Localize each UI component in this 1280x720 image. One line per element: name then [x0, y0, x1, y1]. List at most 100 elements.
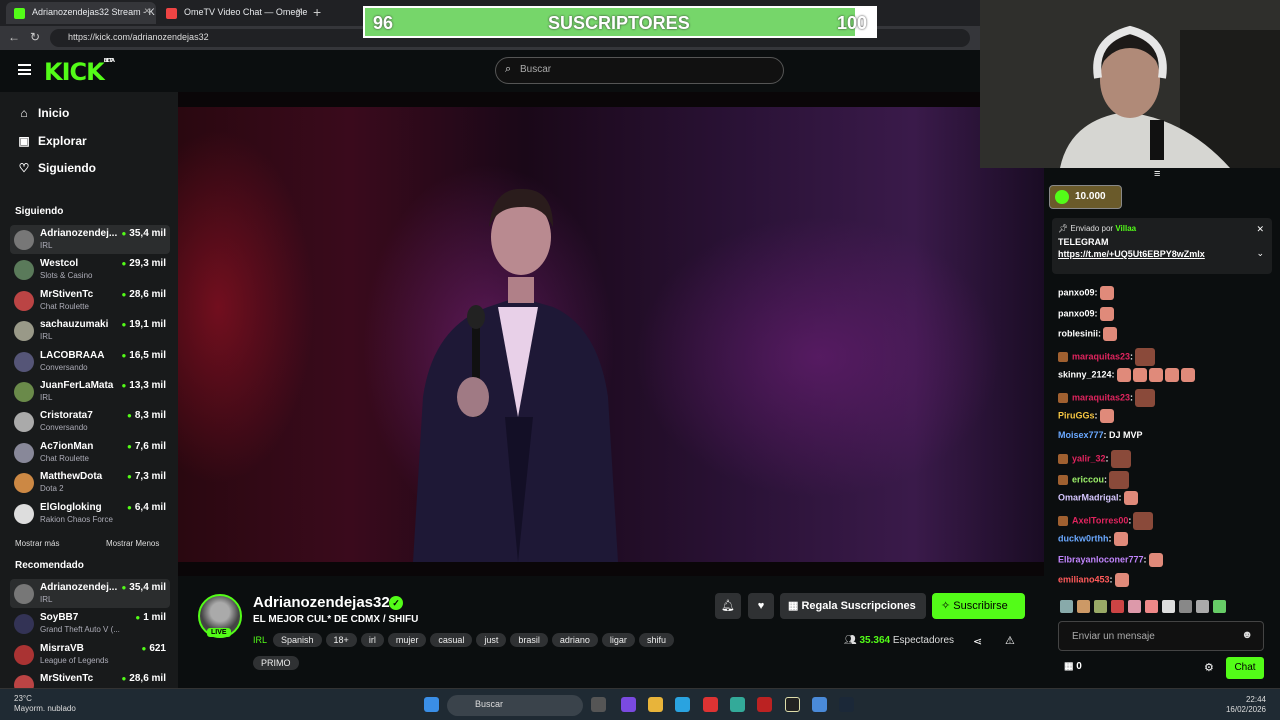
nav-inicio[interactable]: ⌂ Inicio	[16, 106, 69, 120]
browser-tab-kick[interactable]: Adrianozendejas32 Stream - K ×	[6, 2, 156, 24]
emote-icon[interactable]	[1162, 600, 1175, 613]
pinned-message-link[interactable]: https://t.me/+UQ5Ut6EBPY8wZmIx	[1058, 249, 1272, 259]
chat-input[interactable]: Enviar un mensaje ☻	[1058, 621, 1264, 651]
notification-bell-button[interactable]: 🔔︎	[715, 593, 741, 619]
chat-goal-badge[interactable]: 10.000	[1049, 185, 1122, 209]
steam-icon[interactable]	[839, 697, 854, 712]
sidebar-channel[interactable]: WestcolSlots & Casino 29,3 mil	[10, 255, 170, 284]
obs-icon[interactable]	[757, 697, 772, 712]
notepad-icon[interactable]	[812, 697, 827, 712]
emote-icon[interactable]	[1213, 600, 1226, 613]
chat-username[interactable]: ericcou	[1072, 474, 1104, 484]
chevron-down-icon[interactable]: ⌄	[1256, 248, 1264, 259]
sidebar-channel[interactable]: MrStivenTcChat Roulette 28,6 mil	[10, 286, 170, 315]
nav-siguiendo[interactable]: ♡ Siguiendo	[16, 161, 96, 175]
follow-button[interactable]: ♥	[748, 593, 774, 619]
stream-tag[interactable]: ligar	[601, 633, 635, 647]
kick-logo[interactable]: KICKBETA	[44, 58, 115, 86]
subscribe-button[interactable]: ✧ Suscribirse	[932, 593, 1025, 619]
emote-icon	[1123, 491, 1138, 505]
report-icon[interactable]: ⚠	[1005, 634, 1015, 647]
chat-username[interactable]: panxo09	[1058, 287, 1095, 297]
collapse-handle-icon[interactable]: ≡	[1154, 168, 1160, 180]
chat-username[interactable]: skinny_2124	[1058, 369, 1112, 379]
stream-tag[interactable]: Spanish	[273, 633, 322, 647]
stream-tag[interactable]: adriano	[551, 633, 598, 647]
emote-icon[interactable]	[1179, 600, 1192, 613]
stream-tag[interactable]: brasil	[510, 633, 548, 647]
stream-tag[interactable]: mujer	[387, 633, 427, 647]
chat-username[interactable]: Moisex777	[1058, 430, 1104, 440]
close-tab-icon[interactable]: ×	[296, 6, 302, 17]
stream-tag[interactable]: just	[476, 633, 507, 647]
show-less-link[interactable]: Mostrar Menos	[106, 539, 159, 548]
windows-start-icon[interactable]	[424, 697, 439, 712]
hamburger-menu-icon[interactable]	[18, 64, 31, 75]
emote-bar[interactable]	[1060, 600, 1276, 616]
chat-username[interactable]: maraquitas23	[1072, 392, 1130, 402]
channel-points[interactable]: ▦ 0	[1064, 661, 1082, 672]
chat-username[interactable]: OmarMadrigal	[1058, 492, 1119, 502]
chat-username[interactable]: yalir_32	[1072, 453, 1106, 463]
stream-tag[interactable]: 18+	[325, 633, 357, 647]
chat-username[interactable]: roblesinii	[1058, 328, 1098, 338]
sidebar-channel[interactable]: MrStivenTc 28,6 mil	[10, 670, 170, 688]
new-tab-icon[interactable]: +	[313, 4, 321, 20]
sidebar-channel[interactable]: SoyBB7Grand Theft Auto V (... 1 mil	[10, 609, 170, 638]
emote-icon[interactable]	[1196, 600, 1209, 613]
show-more-link[interactable]: Mostrar más	[15, 539, 59, 548]
nav-explorar[interactable]: ▣ Explorar	[16, 134, 86, 148]
streamer-name[interactable]: Adrianozendejas32	[253, 594, 390, 611]
chat-username[interactable]: panxo09	[1058, 308, 1095, 318]
sidebar-channel[interactable]: Adrianozendej... IRL 35,4 mil	[10, 579, 170, 608]
emote-icon[interactable]	[1060, 600, 1073, 613]
sidebar-channel[interactable]: Cristorata7Conversando 8,3 mil	[10, 407, 170, 436]
sidebar-channel[interactable]: MisrraVBLeague of Legends 621	[10, 640, 170, 669]
stream-tag[interactable]: irl	[360, 633, 384, 647]
taskbar-search[interactable]: Buscar	[447, 695, 583, 716]
search-input[interactable]: ⌕ Buscar	[495, 57, 784, 84]
close-tab-icon[interactable]: ×	[144, 6, 150, 17]
file-explorer-icon[interactable]	[648, 697, 663, 712]
chat-username[interactable]: PiruGGs	[1058, 410, 1095, 420]
chat-username[interactable]: duckw0rthh	[1058, 533, 1109, 543]
unpin-icon[interactable]: ✕	[1256, 224, 1264, 235]
browser-tab-ometv[interactable]: OmeTV Video Chat — Omegle Ra ×	[158, 2, 308, 24]
stream-tag[interactable]: shifu	[638, 633, 674, 647]
reload-icon[interactable]: ↻	[30, 30, 40, 44]
settings-gear-icon[interactable]: ⚙	[1204, 661, 1214, 674]
emote-icon[interactable]	[1111, 600, 1124, 613]
share-icon[interactable]: ⋖	[973, 635, 982, 648]
back-icon[interactable]: ←	[8, 30, 20, 44]
sidebar-channel[interactable]: MatthewDotaDota 2 7,3 mil	[10, 468, 170, 497]
sidebar-channel[interactable]: sachauzumakiIRL 19,1 mil	[10, 316, 170, 345]
app-icon[interactable]	[703, 697, 718, 712]
chat-username[interactable]: emiliano453	[1058, 574, 1110, 584]
sidebar-channel[interactable]: LACOBRAAAConversando 16,5 mil	[10, 347, 170, 376]
video-player[interactable]	[178, 92, 1044, 576]
weather-widget[interactable]: 23°C Mayorm. nublado	[14, 694, 76, 714]
emoji-icon[interactable]: ☻	[1241, 629, 1253, 641]
emote-icon[interactable]	[1128, 600, 1141, 613]
sidebar-channel[interactable]: Adrianozendej... IRL 35,4 mil	[10, 225, 170, 254]
sidebar-channel[interactable]: JuanFerLaMata IRL 13,3 mil	[10, 377, 170, 406]
gift-subs-button[interactable]: ▦ Regala Suscripciones	[780, 593, 926, 619]
sidebar-channel[interactable]: Ac7ionManChat Roulette 7,6 mil	[10, 438, 170, 467]
send-chat-button[interactable]: Chat	[1226, 657, 1264, 679]
chat-username[interactable]: AxelTorres00	[1072, 515, 1128, 525]
chat-username[interactable]: maraquitas23	[1072, 351, 1130, 361]
edge-icon[interactable]	[675, 697, 690, 712]
chrome-icon[interactable]	[730, 697, 745, 712]
category-link[interactable]: IRL	[253, 635, 267, 645]
sidebar-channel[interactable]: ElGloglokingRakion Chaos Force 6,4 mil	[10, 499, 170, 528]
app-icon[interactable]	[785, 697, 800, 712]
emote-icon[interactable]	[1077, 600, 1090, 613]
task-view-icon[interactable]	[591, 697, 606, 712]
stream-tag[interactable]: casual	[430, 633, 473, 647]
stream-tag[interactable]: PRIMO	[253, 656, 299, 670]
emote-icon[interactable]	[1145, 600, 1158, 613]
emote-icon[interactable]	[1094, 600, 1107, 613]
clock[interactable]: 22:44 16/02/2026	[1226, 695, 1266, 715]
discord-icon[interactable]	[621, 697, 636, 712]
chat-username[interactable]: Elbrayanloconer777	[1058, 554, 1144, 564]
